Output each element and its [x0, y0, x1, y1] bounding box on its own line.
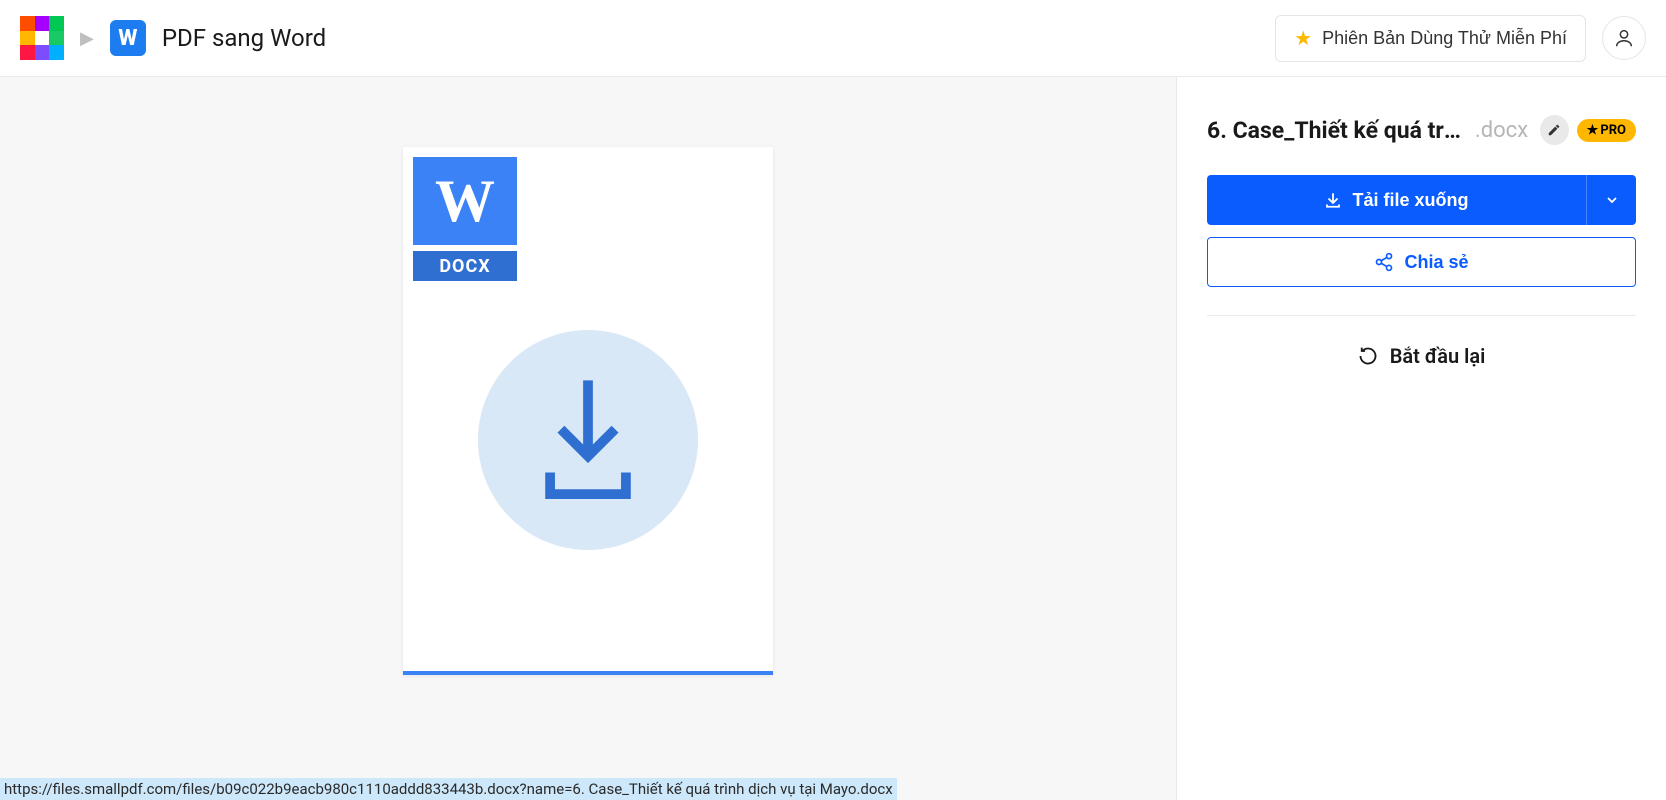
header-left: ▶ W PDF sang Word [20, 16, 326, 60]
share-button[interactable]: Chia sẻ [1207, 237, 1636, 287]
download-dropdown-button[interactable] [1586, 175, 1636, 225]
app-logo[interactable] [20, 16, 64, 60]
file-extension-label: DOCX [413, 251, 517, 281]
status-bar-url: https://files.smallpdf.com/files/b09c022… [0, 778, 897, 800]
main: W DOCX 6. Case_Thiết kế quá trìn… .docx … [0, 77, 1666, 800]
page-title: PDF sang Word [162, 24, 326, 52]
download-label: Tải file xuống [1352, 190, 1468, 211]
restart-button[interactable]: Bắt đầu lại [1207, 344, 1636, 368]
free-trial-button[interactable]: ★ Phiên Bản Dùng Thử Miễn Phí [1275, 15, 1586, 62]
breadcrumb-caret-icon: ▶ [80, 28, 94, 49]
file-info-row: 6. Case_Thiết kế quá trìn… .docx ★ PRO [1207, 115, 1636, 145]
header: ▶ W PDF sang Word ★ Phiên Bản Dùng Thử M… [0, 0, 1666, 77]
file-name: 6. Case_Thiết kế quá trìn… [1207, 117, 1467, 144]
chevron-down-icon [1604, 192, 1620, 208]
share-icon [1374, 252, 1394, 272]
restart-icon [1358, 346, 1378, 366]
pro-badge: ★ PRO [1577, 119, 1636, 142]
free-trial-label: Phiên Bản Dùng Thử Miễn Phí [1322, 28, 1567, 49]
download-circle [478, 330, 698, 550]
user-icon [1613, 27, 1635, 49]
header-right: ★ Phiên Bản Dùng Thử Miễn Phí [1275, 15, 1646, 62]
file-extension: .docx [1475, 118, 1528, 143]
word-file-icon: W [413, 157, 517, 245]
tool-word-icon: W [110, 20, 146, 56]
preview-area: W DOCX [0, 77, 1176, 800]
edit-filename-button[interactable] [1540, 115, 1569, 145]
pencil-icon [1547, 123, 1561, 137]
pro-label: PRO [1600, 123, 1626, 138]
side-panel: 6. Case_Thiết kế quá trìn… .docx ★ PRO T… [1176, 77, 1666, 800]
document-card[interactable]: W DOCX [403, 147, 773, 675]
download-large-icon [533, 375, 643, 505]
share-label: Chia sẻ [1404, 252, 1468, 273]
download-button[interactable]: Tải file xuống [1207, 175, 1586, 225]
divider [1207, 315, 1636, 316]
download-button-group: Tải file xuống [1207, 175, 1636, 225]
star-icon: ★ [1294, 26, 1312, 51]
download-icon [1324, 191, 1342, 209]
restart-label: Bắt đầu lại [1390, 344, 1486, 368]
account-button[interactable] [1602, 16, 1646, 60]
star-small-icon: ★ [1587, 123, 1599, 138]
